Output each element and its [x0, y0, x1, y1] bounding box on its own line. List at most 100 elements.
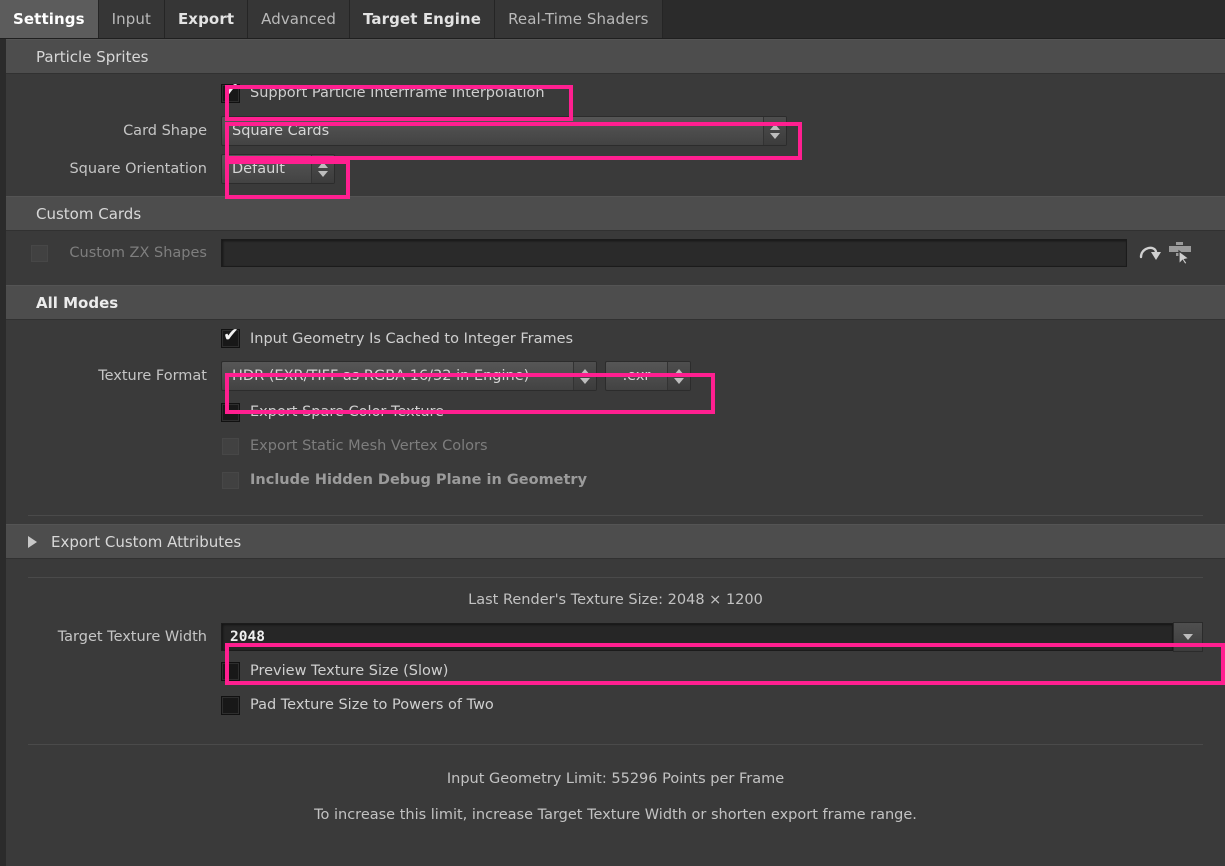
- triangle-up-icon: [770, 123, 780, 130]
- field-include-hidden-debug-plane: Include Hidden Debug Plane in Geometry: [221, 470, 1225, 490]
- dropdown-card-shape-value: Square Cards: [232, 123, 330, 139]
- field-interframe-interpolation: ✔ Support Particle Interframe Interpolat…: [221, 78, 1225, 103]
- triangle-up-icon: [674, 368, 684, 375]
- tab-advanced[interactable]: Advanced: [248, 0, 350, 38]
- checkbox-include-hidden-debug-plane[interactable]: [221, 470, 240, 490]
- reload-icon[interactable]: [1135, 238, 1165, 268]
- row-pad-texture-size: Pad Texture Size to Powers of Two: [6, 688, 1225, 722]
- row-export-spare-color-texture: Export Spare Color Texture: [6, 395, 1225, 429]
- input-geometry-limit-text: Input Geometry Limit: 55296 Points per F…: [446, 771, 785, 787]
- checkbox-export-spare-color-texture[interactable]: [221, 402, 240, 422]
- checkbox-custom-zx-shapes[interactable]: [30, 243, 49, 263]
- row-square-orientation: Square Orientation Default: [6, 150, 1225, 188]
- field-square-orientation: Default: [221, 154, 1225, 184]
- checkbox-pad-texture-size-powers-of-two[interactable]: [221, 695, 240, 715]
- reload-icon-svg: [1139, 246, 1161, 260]
- triangle-down-icon: [1183, 634, 1193, 640]
- triangle-up-icon: [580, 368, 590, 375]
- checkbox-label-export-spare-color-texture: Export Spare Color Texture: [250, 404, 445, 420]
- tab-bar-filler: [662, 0, 1225, 38]
- tab-real-time-shaders-label: Real-Time Shaders: [508, 10, 649, 28]
- tab-target-engine[interactable]: Target Engine: [350, 0, 496, 38]
- row-include-hidden-debug-plane: Include Hidden Debug Plane in Geometry: [6, 463, 1225, 497]
- field-custom-zx-shapes: [221, 238, 1225, 268]
- input-target-texture-width[interactable]: 2048: [221, 623, 1173, 651]
- check-icon: ✔: [223, 78, 239, 101]
- field-preview-texture-size: Preview Texture Size (Slow): [221, 661, 1225, 681]
- settings-panel: Particle Sprites ✔ Support Particle Inte…: [0, 39, 1225, 866]
- section-header-particle-sprites[interactable]: Particle Sprites: [6, 39, 1225, 74]
- triangle-right-icon: [28, 535, 37, 548]
- dropdown-texture-format[interactable]: HDR (EXR/TIFF as RGBA 16/32 in Engine): [221, 361, 597, 391]
- checkbox-label-input-geometry-cached: Input Geometry Is Cached to Integer Fram…: [250, 330, 574, 347]
- section-body-custom-cards: Custom ZX Shapes: [6, 231, 1225, 285]
- spinner-arrows-icon[interactable]: [311, 155, 334, 183]
- section-header-export-custom-attributes[interactable]: Export Custom Attributes: [6, 524, 1225, 559]
- dropdown-texture-format-value: HDR (EXR/TIFF as RGBA 16/32 in Engine): [232, 368, 530, 384]
- section-header-custom-cards[interactable]: Custom Cards: [6, 196, 1225, 231]
- section-title-all-modes: All Modes: [36, 293, 119, 312]
- checkbox-export-static-mesh-vertex-colors[interactable]: [221, 436, 240, 456]
- row-preview-texture-size: Preview Texture Size (Slow): [6, 654, 1225, 688]
- dropdown-square-orientation-value: Default: [232, 161, 285, 177]
- field-texture-format: HDR (EXR/TIFF as RGBA 16/32 in Engine) .…: [221, 361, 1225, 391]
- label-target-texture-width: Target Texture Width: [57, 629, 207, 645]
- tab-real-time-shaders[interactable]: Real-Time Shaders: [495, 0, 663, 38]
- row-texture-format: Texture Format HDR (EXR/TIFF as RGBA 16/…: [6, 357, 1225, 395]
- row-cached-integer-frames: ✔ Input Geometry Is Cached to Integer Fr…: [6, 320, 1225, 357]
- checkbox-support-particle-interframe-interpolation[interactable]: ✔: [221, 78, 240, 103]
- section-header-all-modes[interactable]: All Modes: [6, 285, 1225, 320]
- dropdown-texture-extension[interactable]: .exr: [605, 361, 691, 391]
- triangle-down-icon: [318, 170, 328, 177]
- triangle-down-icon: [580, 377, 590, 384]
- dropdown-card-shape[interactable]: Square Cards: [221, 116, 787, 146]
- input-custom-zx-shapes-path[interactable]: [221, 239, 1127, 267]
- section-body-texture-size: Last Render's Texture Size: 2048 × 1200 …: [6, 559, 1225, 823]
- checkbox-label-export-static-mesh-vertex-colors: Export Static Mesh Vertex Colors: [250, 438, 488, 454]
- tab-settings-label: Settings: [13, 10, 85, 28]
- tab-input[interactable]: Input: [98, 0, 165, 38]
- checkbox-label-interframe-interpolation: Support Particle Interframe Interpolatio…: [250, 85, 545, 101]
- tab-export-label: Export: [177, 10, 235, 28]
- spinner-arrows-icon[interactable]: [573, 362, 596, 390]
- field-target-texture-width: 2048: [221, 622, 1225, 652]
- dropdown-button-target-texture-width[interactable]: [1173, 622, 1203, 652]
- checkbox-label-include-hidden-debug-plane: Include Hidden Debug Plane in Geometry: [250, 472, 588, 488]
- section-title-export-custom-attributes: Export Custom Attributes: [51, 532, 242, 551]
- field-export-spare-color-texture: Export Spare Color Texture: [221, 402, 1225, 422]
- row-custom-zx-shapes: Custom ZX Shapes: [6, 231, 1225, 275]
- label-group-custom-zx-shapes: Custom ZX Shapes: [6, 243, 221, 263]
- section-title-particle-sprites: Particle Sprites: [36, 47, 149, 66]
- field-pad-texture-size: Pad Texture Size to Powers of Two: [221, 695, 1225, 715]
- row-export-static-mesh-vertex-colors: Export Static Mesh Vertex Colors: [6, 429, 1225, 463]
- spinner-arrows-icon[interactable]: [667, 362, 690, 390]
- tab-settings[interactable]: Settings: [0, 0, 99, 38]
- field-export-static-mesh-vertex-colors: Export Static Mesh Vertex Colors: [221, 436, 1225, 456]
- checkbox-input-geometry-cached[interactable]: ✔: [221, 324, 240, 348]
- checkbox-label-preview-texture-size: Preview Texture Size (Slow): [250, 663, 449, 679]
- check-icon: ✔: [223, 324, 239, 346]
- dropdown-square-orientation[interactable]: Default: [221, 154, 335, 184]
- pick-object-icon[interactable]: [1165, 238, 1195, 268]
- tab-advanced-label: Advanced: [261, 10, 336, 28]
- label-square-orientation: Square Orientation: [69, 161, 207, 177]
- tab-bar: Settings Input Export Advanced Target En…: [0, 0, 1225, 39]
- field-cached-integer-frames: ✔ Input Geometry Is Cached to Integer Fr…: [221, 324, 1225, 348]
- input-target-texture-width-value: 2048: [230, 629, 265, 645]
- checkbox-preview-texture-size[interactable]: [221, 661, 240, 681]
- tab-target-engine-label: Target Engine: [363, 10, 482, 28]
- row-interframe-interpolation: ✔ Support Particle Interframe Interpolat…: [6, 74, 1225, 112]
- section-title-custom-cards: Custom Cards: [36, 204, 142, 223]
- tab-export[interactable]: Export: [164, 0, 249, 38]
- label-texture-format: Texture Format: [98, 368, 207, 384]
- pick-object-icon-svg: [1169, 242, 1191, 265]
- spinner-arrows-icon[interactable]: [763, 117, 786, 145]
